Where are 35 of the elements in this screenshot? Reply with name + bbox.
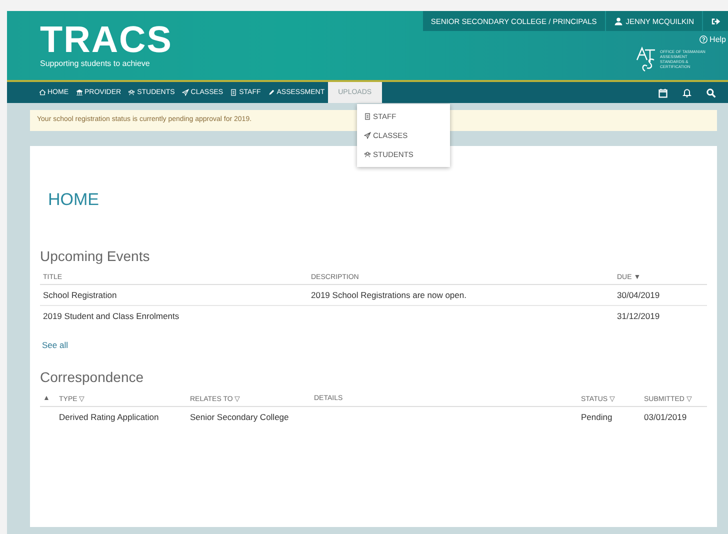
tagline: Supporting students to achieve <box>40 59 151 68</box>
table-cell: School Registration <box>43 290 117 300</box>
help-icon <box>698 35 708 44</box>
agency-logo-icon <box>635 46 657 72</box>
search-icon <box>706 88 716 98</box>
see-all-link[interactable]: See all <box>40 340 68 350</box>
people-icon <box>364 151 371 158</box>
id-badge-icon <box>364 113 371 120</box>
table-cell: 30/04/2019 <box>617 290 660 300</box>
table-cell: Senior Secondary College <box>190 412 289 422</box>
home-icon <box>38 89 46 96</box>
paper-plane-icon <box>364 132 371 139</box>
user-icon <box>614 16 623 26</box>
paper-plane-icon <box>182 89 189 96</box>
bell-icon <box>682 88 692 98</box>
sign-out-icon <box>711 16 720 26</box>
section-heading: Correspondence <box>40 369 145 385</box>
calendar-icon <box>658 88 668 98</box>
bank-icon <box>76 89 82 96</box>
help-link[interactable]: Help <box>698 35 726 44</box>
pencil-icon <box>268 89 275 96</box>
table-cell: 03/01/2019 <box>644 412 687 422</box>
section-heading: Upcoming Events <box>40 248 151 264</box>
table-cell: Pending <box>581 412 612 422</box>
id-badge-icon <box>230 89 238 96</box>
calendar-button[interactable] <box>658 88 668 98</box>
search-button[interactable] <box>706 88 716 98</box>
table-cell: 2019 School Registrations are now open. <box>311 290 466 300</box>
logout-button[interactable] <box>703 11 728 31</box>
page-title: HOME <box>48 190 100 210</box>
table-cell: 31/12/2019 <box>617 311 660 321</box>
people-icon <box>128 89 136 96</box>
table-cell: Derived Rating Application <box>59 412 159 422</box>
table-cell: 2019 Student and Class Enrolments <box>43 311 180 321</box>
notifications-button[interactable] <box>682 88 692 98</box>
